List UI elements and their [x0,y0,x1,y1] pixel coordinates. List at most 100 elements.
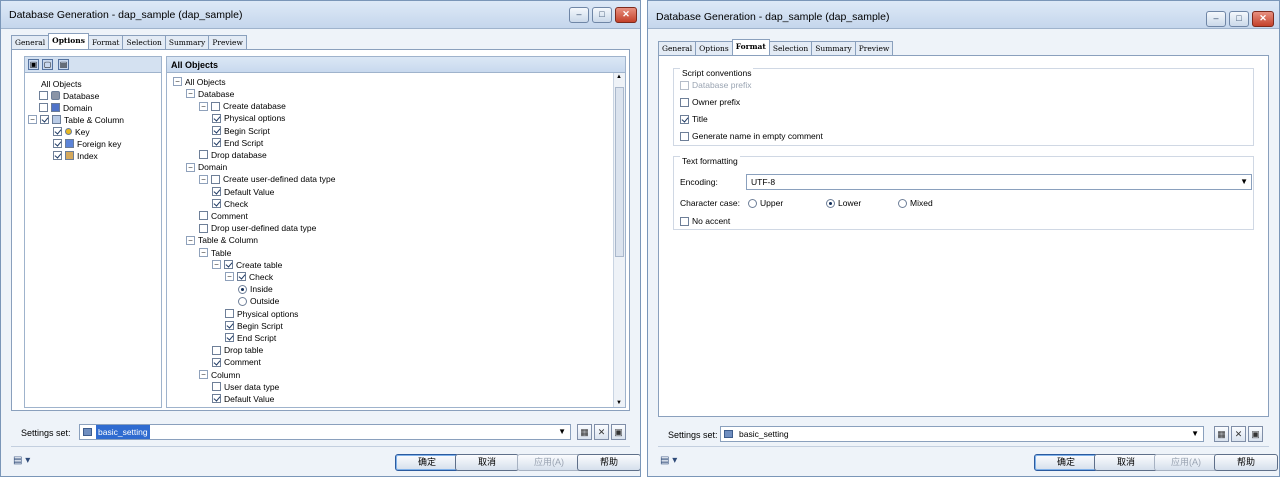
help-button[interactable]: 帮助 [577,454,640,471]
minimize-button[interactable]: – [1206,11,1226,27]
deselect-all-icon[interactable]: ▢ [42,59,53,70]
scroll-up-icon[interactable]: ▲ [616,74,622,80]
collapse-icon[interactable]: − [173,77,182,87]
settings-properties-button[interactable]: ▣ [611,424,626,440]
checkbox[interactable] [40,115,49,125]
no-accent-option[interactable]: No accent [680,215,730,227]
collapse-icon[interactable]: − [199,174,208,184]
tab-selection[interactable]: Selection [768,41,813,55]
minimize-button[interactable]: – [569,7,589,23]
option-row[interactable]: − Domain [186,160,227,172]
tab-selection[interactable]: Selection [122,35,166,49]
checkbox[interactable] [680,217,689,227]
checkbox[interactable] [211,101,220,111]
database-prefix-option[interactable]: Database prefix [680,79,752,91]
close-button[interactable]: ✕ [615,7,637,23]
checkbox[interactable] [199,223,208,233]
owner-prefix-option[interactable]: Owner prefix [680,96,740,108]
option-row[interactable]: − Column [199,368,240,380]
cancel-button[interactable]: 取消 [455,454,519,471]
checkbox[interactable] [680,115,689,125]
collapse-icon[interactable]: − [225,272,234,282]
checkbox[interactable] [212,394,221,404]
checkbox[interactable] [53,151,62,161]
checkbox[interactable] [212,138,221,148]
checkbox[interactable] [212,187,221,197]
collapse-icon[interactable]: − [199,101,208,111]
option-row[interactable]: Default Value [212,185,274,197]
tab-options[interactable]: Options [48,33,89,49]
checkbox[interactable] [680,132,689,142]
tab-preview[interactable]: Preview [208,35,247,49]
collapse-icon[interactable]: − [199,248,208,258]
checkbox[interactable] [225,321,234,331]
select-all-icon[interactable]: ▣ [28,59,39,70]
option-row[interactable]: End Script [212,136,263,148]
tab-preview[interactable]: Preview [854,41,894,55]
checkbox[interactable] [680,98,689,108]
radio[interactable] [238,296,247,306]
checkbox[interactable] [39,103,48,113]
save-settings-button[interactable]: ▦ [577,424,592,440]
tab-summary[interactable]: Summary [164,35,210,49]
settings-select[interactable]: basic_setting ▼ [79,424,571,440]
collapse-icon[interactable]: − [186,235,195,245]
vertical-scrollbar[interactable]: ▲ ▼ [613,73,625,407]
tab-format[interactable]: Format [731,39,770,55]
option-row[interactable]: End Script [225,331,276,343]
collapse-icon[interactable]: − [199,370,208,380]
option-row[interactable]: − Create table [212,258,282,270]
chevron-down-icon[interactable]: ▼ [558,425,566,439]
checkbox[interactable] [212,345,221,355]
checkbox[interactable] [224,260,233,270]
option-row[interactable]: Physical options [225,307,298,319]
checkbox[interactable] [237,272,246,282]
radio[interactable] [898,199,907,209]
checkbox[interactable] [212,199,221,209]
encoding-select[interactable]: UTF-8 ▼ [746,174,1252,190]
option-row[interactable]: − All Objects [173,75,226,87]
tree-item-foreign-key[interactable]: Foreign key [53,137,121,149]
tab-format[interactable]: Format [87,35,124,49]
title-option[interactable]: Title [680,113,708,125]
checkbox[interactable] [212,126,221,136]
tree-item-index[interactable]: Index [53,149,98,161]
help-menu-icon[interactable]: ▤ ▾ [660,455,677,466]
checkbox[interactable] [211,174,220,184]
option-row[interactable]: Physical options [212,112,285,124]
tab-general[interactable]: General [11,35,50,49]
tree-item-key[interactable]: Key [53,125,90,137]
radio[interactable] [826,199,835,209]
checkbox[interactable] [53,127,62,137]
tree-item-table-column[interactable]: − Table & Column [28,113,124,125]
ok-button[interactable]: 确定 [395,454,459,471]
help-button[interactable]: 帮助 [1214,454,1278,471]
ok-button[interactable]: 确定 [1034,454,1098,471]
checkbox[interactable] [225,309,234,319]
checkbox[interactable] [225,333,234,343]
radio[interactable] [748,199,757,209]
option-row[interactable]: Comment [212,356,261,368]
option-row[interactable]: − Create user-defined data type [199,173,335,185]
settings-properties-button[interactable]: ▣ [1248,426,1263,442]
option-row[interactable]: User data type [212,380,279,392]
tree-item-domain[interactable]: Domain [39,101,92,113]
tree-root[interactable]: All Objects [41,77,82,89]
settings-select[interactable]: basic_setting ▼ [720,426,1204,442]
maximize-button[interactable]: □ [1229,11,1249,27]
checkbox[interactable] [39,91,48,101]
option-row[interactable]: Outside [238,295,279,307]
help-menu-icon[interactable]: ▤ ▾ [13,455,30,466]
delete-settings-button[interactable]: ✕ [594,424,609,440]
generate-name-option[interactable]: Generate name in empty comment [680,130,823,142]
option-row[interactable]: Default Value [212,392,274,404]
collapse-icon[interactable]: − [186,89,195,99]
scroll-thumb[interactable] [615,87,624,257]
collapse-icon[interactable]: − [28,115,37,125]
checkbox[interactable] [212,357,221,367]
case-upper-radio[interactable]: Upper [748,197,783,209]
close-button[interactable]: ✕ [1252,11,1274,27]
option-row[interactable]: Check [212,404,248,407]
scroll-down-icon[interactable]: ▼ [616,400,622,406]
option-row[interactable]: Inside [238,282,273,294]
